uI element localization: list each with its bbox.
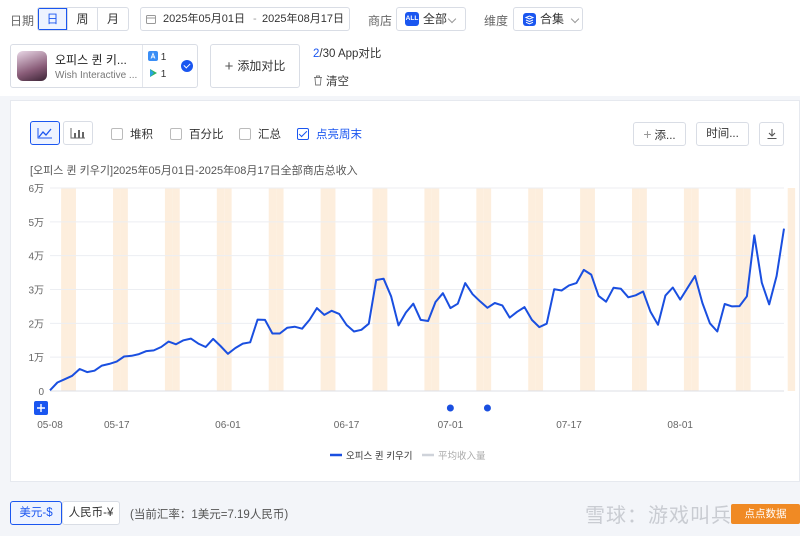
zoom-bar <box>34 401 48 415</box>
time-select-button[interactable]: 时间... <box>696 122 749 146</box>
legend-label: 오피스 퀸 키우기 <box>346 450 412 462</box>
app-name: 오피스 퀸 키... <box>55 53 127 67</box>
y-tick-label: 6万 <box>28 184 44 195</box>
x-tick-label: 06-01 <box>215 420 241 431</box>
download-button[interactable] <box>759 122 784 146</box>
date-end: 2025年08月17日 <box>262 13 344 25</box>
granularity-switch: 日 周 月 <box>37 7 129 31</box>
weekend-band <box>787 188 796 391</box>
weekend-highlight-checkbox[interactable]: 点亮周末 <box>297 126 362 142</box>
series-line-revenue <box>49 228 785 391</box>
x-tick-label: 06-17 <box>334 420 360 431</box>
usd-currency-button[interactable]: 美元-$ <box>10 501 62 525</box>
add-series-button[interactable]: + 添... <box>633 122 686 146</box>
legend-label: 平均收入量 <box>438 450 486 462</box>
compare-count: 2/30 App对比 <box>313 48 382 60</box>
all-stores-icon: ALL <box>405 12 419 26</box>
x-tick-label: 07-01 <box>438 420 464 431</box>
y-tick-label: 1万 <box>28 353 44 364</box>
granularity-month[interactable]: 月 <box>98 8 128 30</box>
cny-currency-button[interactable]: 人民币-¥ <box>62 501 120 525</box>
store-select[interactable]: ALL 全部 <box>396 7 466 31</box>
granularity-week[interactable]: 周 <box>68 8 98 30</box>
app-compare-bar: 오피스 퀸 키... Wish Interactive ... 1 1 + 添加对… <box>0 40 800 96</box>
footer: 美元-$ 人民币-¥ (当前汇率：1美元=7.19人民币) 雪球：游戏叫兵 点点… <box>0 492 800 536</box>
series-lines <box>49 228 785 391</box>
store-value: 全部 <box>423 12 448 26</box>
x-axis: 05-08 05-17 06-01 06-17 07-01 07-17 08-01 <box>37 420 693 431</box>
sum-checkbox[interactable]: 汇总 <box>239 126 281 142</box>
add-compare-button[interactable]: + 添加对比 <box>210 44 300 88</box>
bar-chart-icon <box>70 128 85 139</box>
percent-checkbox[interactable]: 百分比 <box>170 126 224 142</box>
event-markers <box>446 404 491 412</box>
date-separator: - <box>253 13 257 25</box>
layers-icon <box>523 13 536 26</box>
plus-icon: + <box>224 58 234 75</box>
divider <box>142 45 143 87</box>
clear-button[interactable]: 清空 <box>313 73 349 89</box>
ios-store-count: 1 <box>148 51 166 63</box>
revenue-line-chart: 01万2万3万4万5万6万 05-08 05-17 06-01 06-17 07-01 0… <box>28 184 796 462</box>
trash-icon <box>314 75 322 86</box>
download-icon <box>767 129 776 140</box>
dimension-value: 合集 <box>540 12 565 26</box>
android-store-count: 1 <box>148 68 166 80</box>
app-developer: Wish Interactive ... <box>55 70 138 81</box>
line-chart-icon <box>37 128 52 139</box>
granularity-day[interactable]: 日 <box>38 8 68 30</box>
y-tick-label: 0 <box>38 387 44 398</box>
y-tick-label: 4万 <box>28 252 44 263</box>
brand-badge: 点点数据 <box>731 504 800 524</box>
chevron-down-icon <box>570 14 580 24</box>
x-tick-label: 05-17 <box>104 420 130 431</box>
event-marker <box>483 404 491 412</box>
app-avatar <box>17 51 47 81</box>
y-tick-label: 2万 <box>28 319 44 330</box>
chevron-down-icon <box>447 14 457 24</box>
app-store-icon <box>148 51 158 61</box>
x-tick-label: 08-01 <box>667 420 693 431</box>
dimension-label: 维度 <box>484 14 509 28</box>
plus-icon: + <box>643 126 652 142</box>
x-tick-label: 05-08 <box>37 420 63 431</box>
exchange-rate: (当前汇率：1美元=7.19人民币) <box>130 509 289 521</box>
filter-bar: 日期 日 周 月 2025年05月01日 - 2025年08月17日 商店 AL… <box>0 0 800 40</box>
x-tick-label: 07-17 <box>556 420 582 431</box>
dimension-select[interactable]: 合集 <box>513 7 583 31</box>
stack-checkbox[interactable]: 堆积 <box>111 126 153 142</box>
line-chart-toggle[interactable] <box>30 121 60 145</box>
store-label: 商店 <box>368 14 393 28</box>
y-tick-label: 5万 <box>28 218 44 229</box>
app-card[interactable]: 오피스 퀸 키... Wish Interactive ... 1 1 <box>10 44 198 88</box>
watermark: 雪球：游戏叫兵 <box>585 505 732 527</box>
google-play-icon <box>150 69 157 77</box>
date-label: 日期 <box>10 14 35 28</box>
event-marker <box>446 404 454 412</box>
selected-check-icon <box>181 60 193 72</box>
calendar-icon <box>146 15 156 24</box>
date-range-picker[interactable]: 2025年05月01日 - 2025年08月17日 <box>140 7 350 31</box>
date-start: 2025年05月01日 <box>163 13 245 25</box>
bar-chart-toggle[interactable] <box>63 121 93 145</box>
chart-legend: 오피스 퀸 키우기 平均收入量 <box>330 450 486 462</box>
y-tick-label: 3万 <box>28 286 44 297</box>
